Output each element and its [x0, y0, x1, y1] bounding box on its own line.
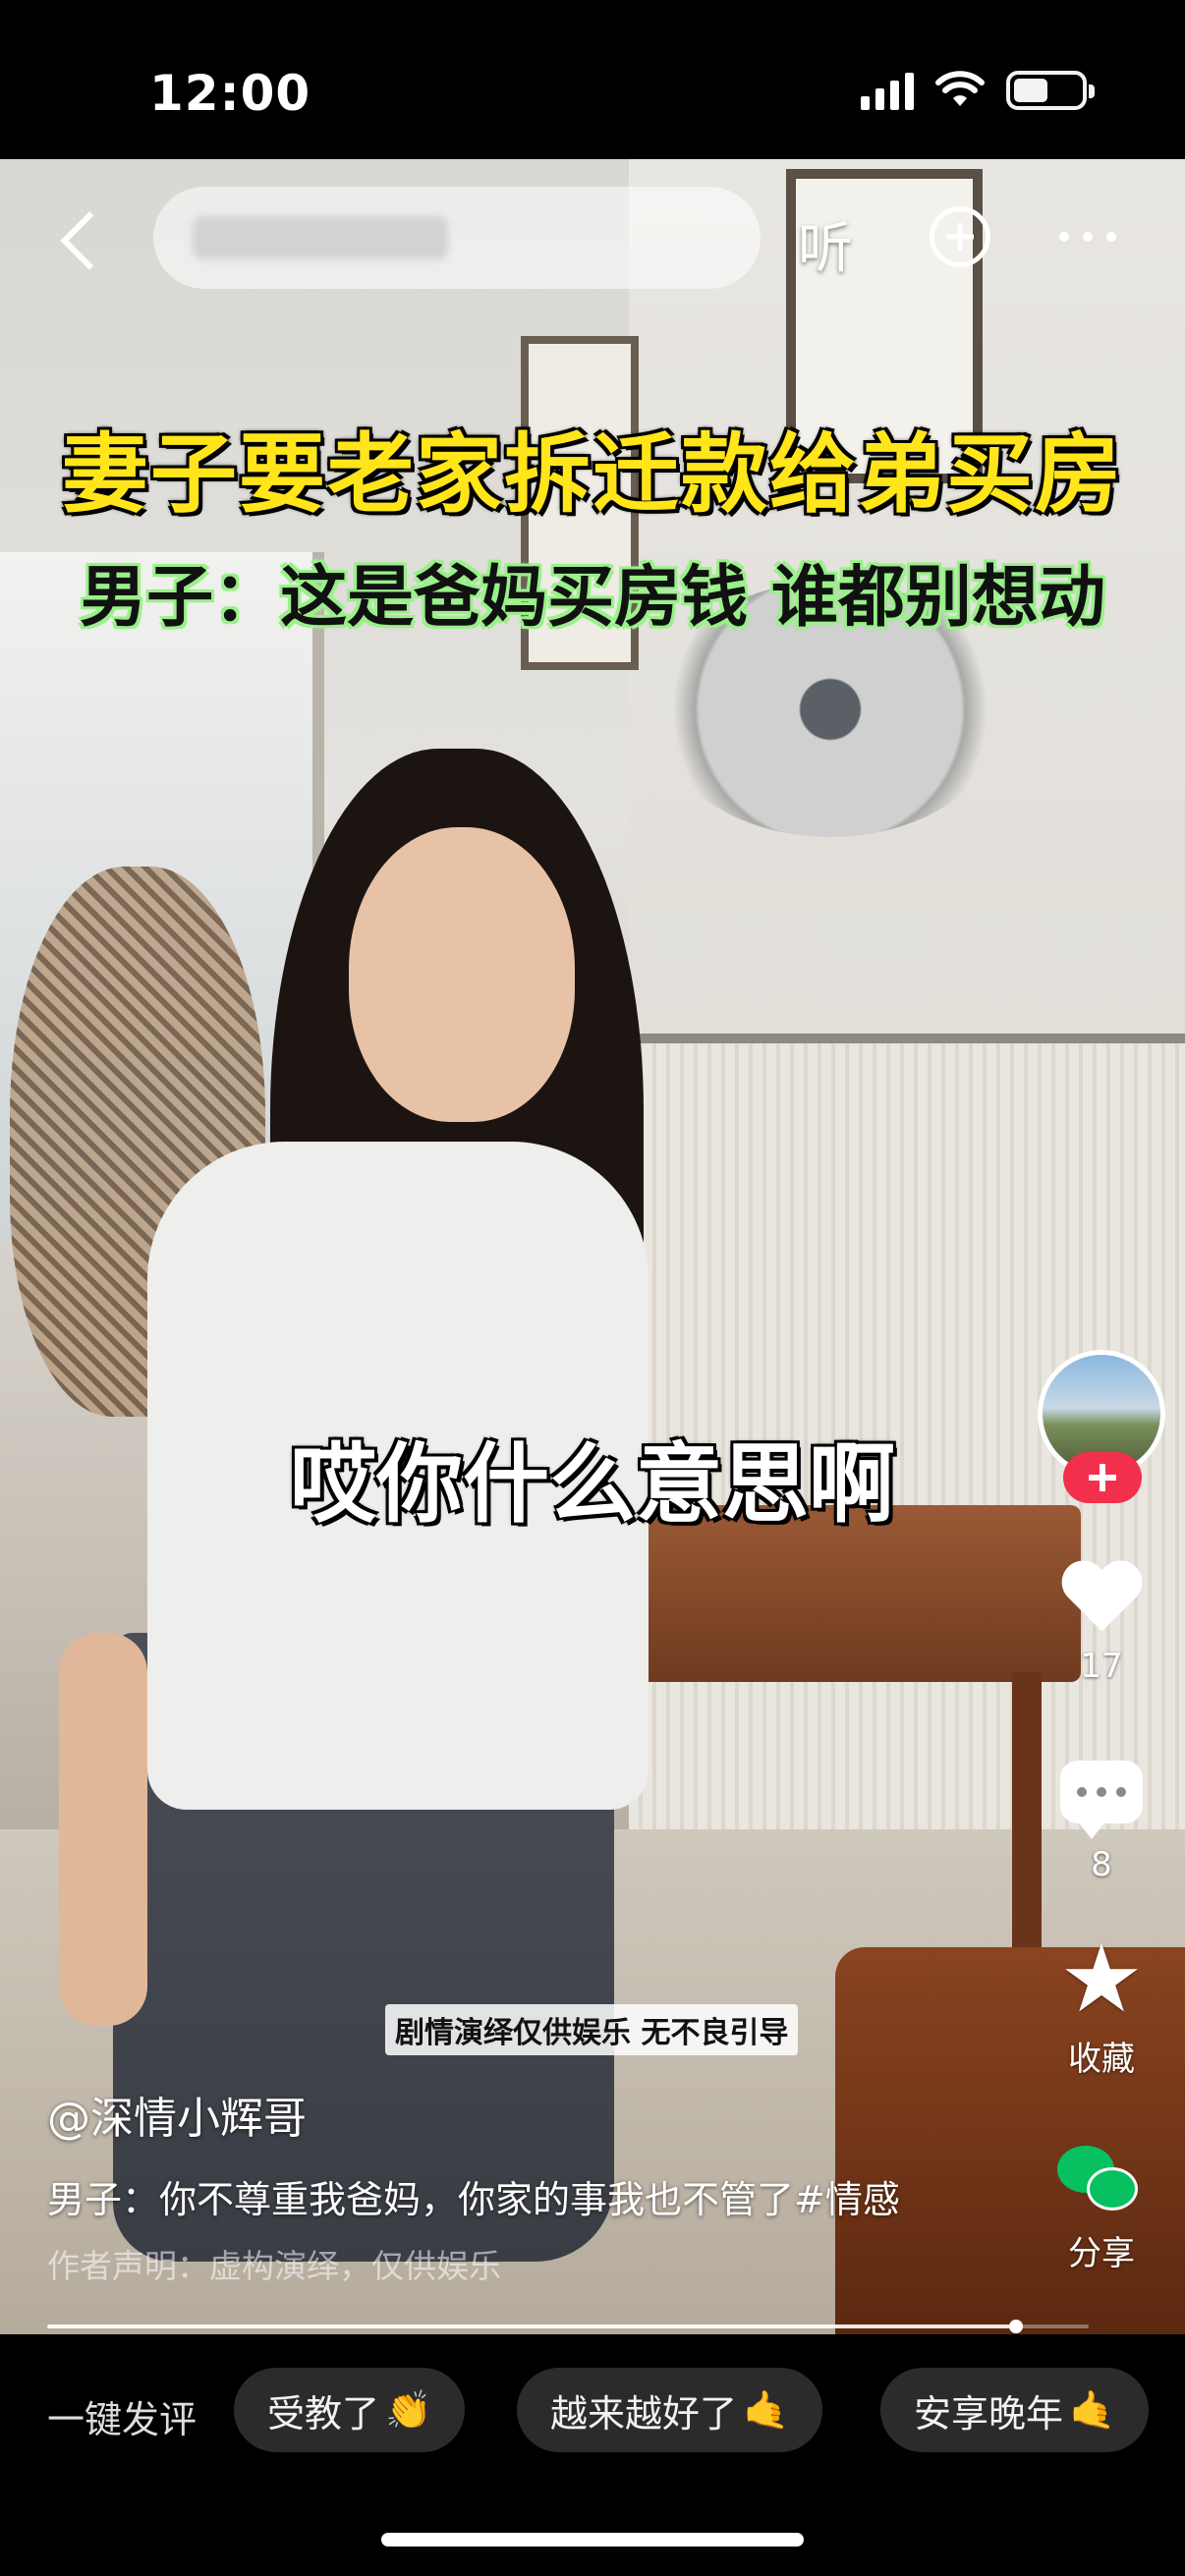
- star-icon: ★: [1058, 1924, 1145, 2034]
- chip-text: 安享晚年: [914, 2391, 1064, 2436]
- quick-reply-chip[interactable]: 受教了 👏: [234, 2368, 466, 2452]
- quick-reply-label: 一键发评: [47, 2398, 198, 2441]
- share-button[interactable]: 分享: [1038, 2142, 1165, 2274]
- heart-icon: [1059, 1562, 1144, 1641]
- status-icons: [861, 71, 1095, 110]
- add-icon[interactable]: [930, 206, 990, 267]
- chip-text: 受教了: [267, 2391, 380, 2436]
- home-indicator-area: [0, 2492, 1185, 2576]
- favorite-label: 收藏: [1068, 2040, 1135, 2079]
- quick-reply-bar: 一键发评 受教了 👏 越来越好了 🤙 安享晚年 🤙: [0, 2334, 1185, 2492]
- search-bar[interactable]: [153, 187, 761, 289]
- wechat-icon: [1057, 2142, 1146, 2220]
- quick-reply-chip[interactable]: 越来越好了 🤙: [517, 2368, 823, 2452]
- status-time: 12:00: [149, 65, 311, 122]
- comment-button[interactable]: 8: [1038, 1761, 1165, 1884]
- more-options-icon[interactable]: [1059, 232, 1116, 242]
- video-caption[interactable]: 男子：你不尊重我爸妈，你家的事我也不管了#情感: [47, 2169, 900, 2223]
- like-count: 17: [1080, 1647, 1123, 1686]
- cellular-signal-icon: [861, 71, 914, 110]
- disclaimer-badge: 剧情演绎仅供娱乐 无不良引导: [385, 2004, 799, 2055]
- wifi-icon: [935, 71, 985, 106]
- video-headline: 妻子要老家拆迁款给弟买房: [61, 423, 1123, 525]
- comment-count: 8: [1091, 1845, 1112, 1884]
- clapping-hands-icon: 👏: [385, 2387, 432, 2432]
- follow-button[interactable]: [1063, 1452, 1142, 1503]
- battery-icon: [1006, 71, 1095, 110]
- chip-text: 越来越好了: [550, 2391, 738, 2436]
- favorite-button[interactable]: ★ 收藏: [1038, 1932, 1165, 2080]
- quick-reply-chip[interactable]: 安享晚年 🤙: [880, 2368, 1150, 2452]
- search-placeholder-blurred: [193, 216, 448, 259]
- call-me-hand-icon: 🤙: [1069, 2387, 1116, 2432]
- call-me-hand-icon: 🤙: [743, 2387, 790, 2432]
- video-progress-fill: [47, 2324, 1016, 2328]
- author-declaration: 作者声明：虚构演绎，仅供娱乐: [47, 2247, 501, 2285]
- home-indicator[interactable]: [381, 2533, 804, 2547]
- back-button[interactable]: [55, 206, 114, 275]
- author-name[interactable]: @深情小辉哥: [47, 2083, 307, 2146]
- status-bar: 12:00: [0, 0, 1185, 159]
- video-subtitle: 哎你什么意思啊: [289, 1433, 895, 1535]
- video-progress-handle[interactable]: [1008, 2320, 1023, 2333]
- share-label: 分享: [1068, 2234, 1135, 2273]
- like-button[interactable]: 17: [1038, 1562, 1165, 1686]
- video-subheadline: 男子：这是爸妈买房钱 谁都别想动: [80, 559, 1105, 637]
- video-progress-bar[interactable]: [47, 2320, 1089, 2333]
- comment-icon: [1060, 1761, 1143, 1839]
- video-subject-face: [349, 827, 575, 1122]
- listen-button[interactable]: 听: [798, 204, 853, 284]
